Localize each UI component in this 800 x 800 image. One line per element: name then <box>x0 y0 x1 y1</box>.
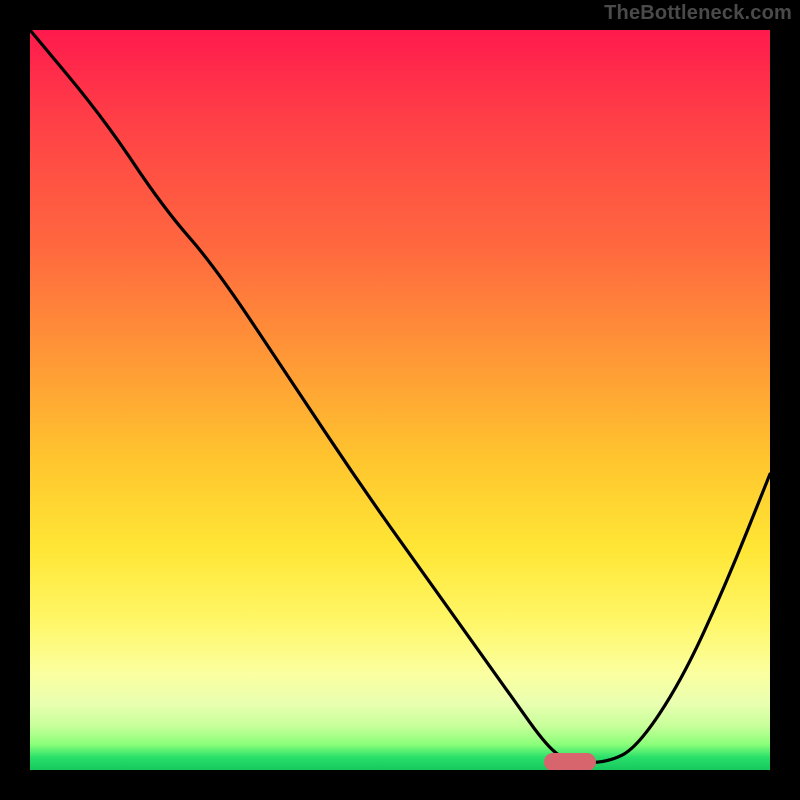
curve-layer <box>30 30 770 770</box>
bottleneck-curve <box>30 30 770 763</box>
optimum-marker <box>544 753 596 770</box>
plot-area <box>30 30 770 770</box>
chart-frame: TheBottleneck.com <box>0 0 800 800</box>
watermark-text: TheBottleneck.com <box>604 2 792 25</box>
